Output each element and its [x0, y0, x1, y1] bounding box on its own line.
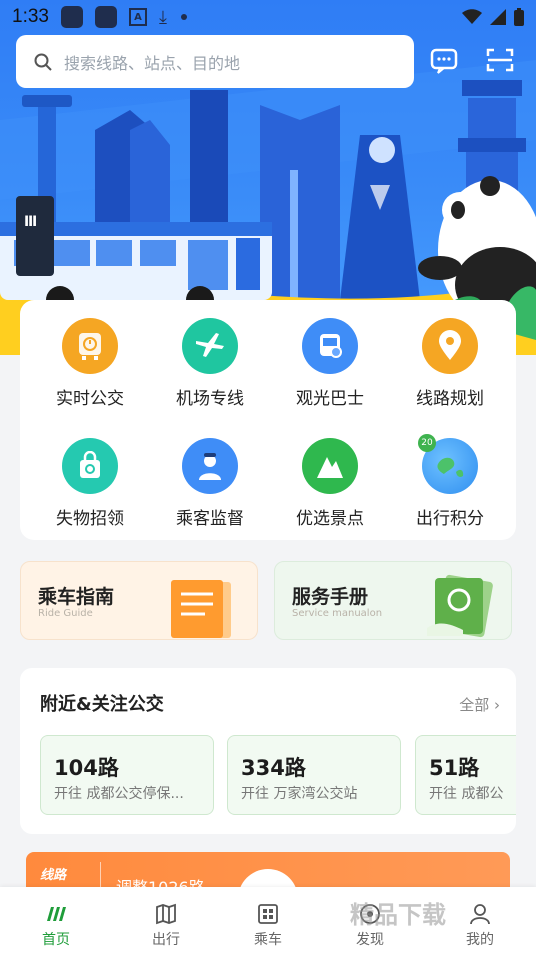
tab-travel[interactable]: 出行: [126, 887, 206, 954]
route-card[interactable]: 104路 开往 成都公交停保...: [40, 735, 214, 815]
nearby-title: 附近&关注公交: [40, 694, 164, 715]
realtime-bus-icon: [62, 318, 118, 374]
service-label: 优选景点: [296, 509, 364, 529]
wifi-icon: [462, 9, 482, 24]
route-destination: 开往 成都公交停保...: [54, 786, 184, 802]
watermark: 精品下载: [350, 901, 446, 929]
search-bar[interactable]: 搜索线路、站点、目的地: [16, 35, 414, 88]
route-destination: 开往 成都公: [429, 786, 504, 802]
route-card[interactable]: 51路 开往 成都公: [415, 735, 516, 815]
view-all-link[interactable]: 全部 ›: [459, 694, 500, 715]
battery-icon: [514, 8, 524, 26]
route-number: 104路: [54, 756, 119, 780]
lost-found-bag-icon: [62, 438, 118, 494]
service-label: 出行积分: [416, 509, 484, 529]
search-icon: [34, 53, 52, 71]
nearby-buses-card: 附近&关注公交 全部 › 104路 开往 成都公交停保... 334路 开往 万…: [20, 668, 516, 834]
status-time: 1:33: [12, 6, 49, 27]
tab-label: 出行: [152, 932, 180, 948]
service-book-icon: [427, 574, 493, 638]
notification-a-icon: A: [128, 8, 147, 26]
ride-guide-card[interactable]: 乘车指南 Ride Guide: [20, 561, 258, 640]
travel-points-globe-icon: 20: [418, 434, 478, 494]
passenger-supervision-icon: [182, 438, 238, 494]
route-number: 334路: [241, 756, 306, 780]
sightseeing-bus-icon: [302, 318, 358, 374]
status-bar: 1:33 A ⤓: [0, 0, 536, 34]
tab-label: 我的: [466, 932, 494, 948]
scenic-mountain-icon: [302, 438, 358, 494]
view-all-label: 全部: [459, 696, 490, 714]
download-icon: ⤓: [158, 6, 167, 28]
route-plan-pin-icon: [422, 318, 478, 374]
map-icon: [156, 903, 176, 925]
notification-app-icon: [94, 6, 117, 28]
service-manual-card[interactable]: 服务手册 Service manualon: [274, 561, 512, 640]
guide-subtitle: Ride Guide: [38, 608, 93, 619]
tab-ride[interactable]: 乘车: [228, 887, 308, 954]
tab-label: 乘车: [254, 932, 282, 948]
notification-app-icon: [60, 6, 83, 28]
banner-tag: 线路: [40, 868, 67, 883]
tab-label: 首页: [42, 932, 70, 948]
service-label: 失物招领: [56, 509, 124, 529]
service-realtime-bus[interactable]: 实时公交: [28, 318, 152, 428]
tab-label: 发现: [356, 932, 384, 948]
profile-icon: [470, 904, 490, 925]
bottom-tab-bar: 首页 出行 乘车 发现 我的: [0, 887, 536, 954]
message-button[interactable]: [424, 42, 464, 78]
service-scenic-spots[interactable]: 优选景点: [268, 438, 392, 548]
route-card[interactable]: 334路 开往 万家湾公交站: [227, 735, 401, 815]
service-travel-points[interactable]: 20 出行积分: [388, 434, 512, 548]
service-label: 线路规划: [416, 389, 484, 409]
service-label: 观光巴士: [296, 389, 364, 409]
signal-icon: [490, 9, 506, 25]
search-input[interactable]: 搜索线路、站点、目的地: [64, 50, 240, 74]
svg-text:Ⅲ: Ⅲ: [24, 214, 37, 230]
services-card: 实时公交 机场专线 观光巴士 线路规划 失物招领 乘客监督 优选景点 20 出行…: [20, 300, 516, 540]
route-number: 51路: [429, 756, 480, 780]
tab-profile[interactable]: 我的: [440, 887, 520, 954]
route-destination: 开往 万家湾公交站: [241, 786, 358, 802]
airport-line-icon: [182, 318, 238, 374]
message-icon: [430, 48, 458, 74]
scan-icon: [486, 48, 514, 72]
service-label: 乘客监督: [176, 509, 244, 529]
more-notifications-dot-icon: [180, 14, 187, 20]
notepad-icon: [171, 580, 231, 638]
guide-title: 服务手册: [292, 586, 369, 608]
guide-title: 乘车指南: [38, 586, 115, 608]
service-label: 实时公交: [56, 389, 124, 409]
service-lost-found[interactable]: 失物招领: [28, 438, 152, 548]
service-sightseeing-bus[interactable]: 观光巴士: [268, 318, 392, 428]
home-icon: [47, 907, 66, 921]
tab-home[interactable]: 首页: [16, 887, 96, 954]
chevron-right-icon: ›: [494, 696, 500, 714]
points-badge: 20: [418, 434, 436, 452]
service-airport-line[interactable]: 机场专线: [148, 318, 272, 428]
guide-subtitle: Service manualon: [292, 608, 383, 619]
service-passenger-supervision[interactable]: 乘客监督: [148, 438, 272, 548]
qr-bus-icon: [258, 904, 278, 924]
scan-button[interactable]: [480, 42, 520, 78]
service-route-plan[interactable]: 线路规划: [388, 318, 512, 428]
service-label: 机场专线: [176, 389, 244, 409]
